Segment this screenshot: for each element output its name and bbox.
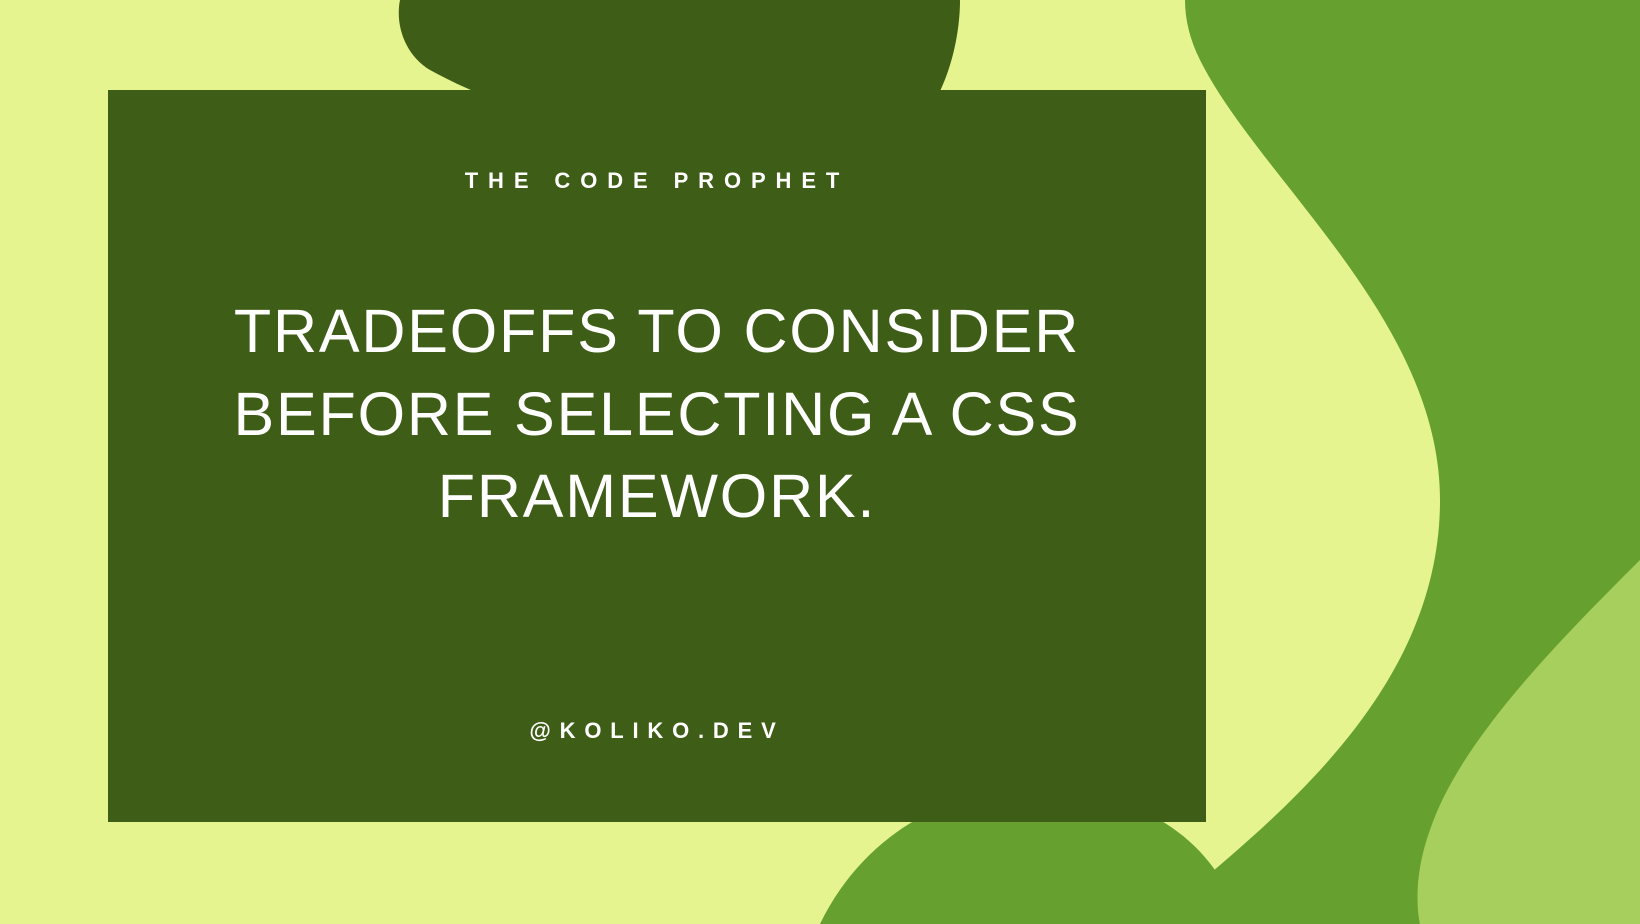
- slide-canvas: THE CODE PROPHET TRADEOFFS TO CONSIDER B…: [0, 0, 1640, 924]
- title-card: THE CODE PROPHET TRADEOFFS TO CONSIDER B…: [108, 90, 1206, 822]
- kicker-text: THE CODE PROPHET: [465, 168, 850, 194]
- author-handle: @KOLIKO.DEV: [529, 718, 784, 744]
- main-title: TRADEOFFS TO CONSIDER BEFORE SELECTING A…: [168, 290, 1146, 537]
